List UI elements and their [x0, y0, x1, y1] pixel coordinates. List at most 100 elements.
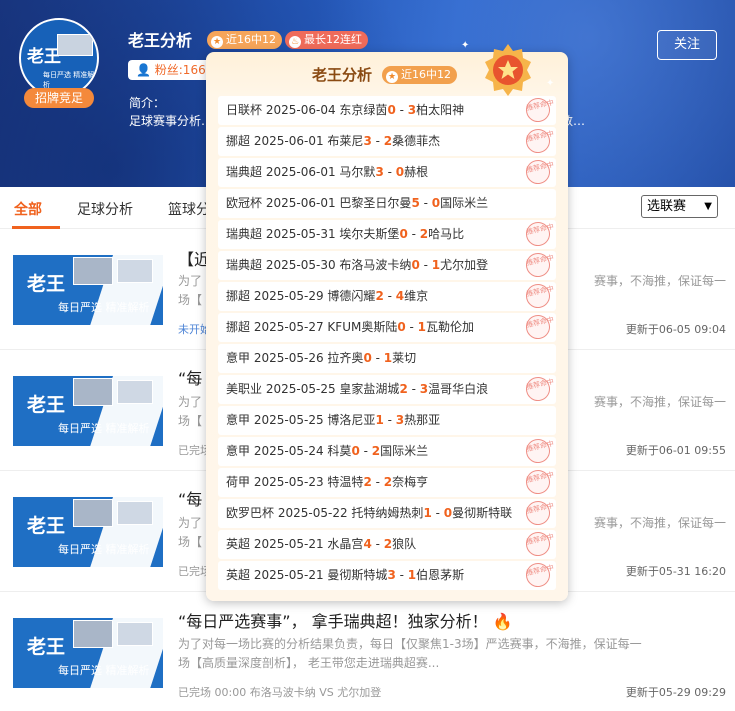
record-date: 2025-05-21 [253, 537, 324, 551]
record-home-team: 科莫 [327, 444, 352, 458]
article-title[interactable]: “每 [178, 365, 202, 389]
record-row[interactable]: 英超 2025-05-21 曼彻斯特城3 - 1伯恩茅斯 推荐命中 [218, 560, 556, 590]
article-item[interactable]: 老王 每日严选 精准解析 “每日严选赛事”， 拿手瑞典超！独家分析！ 🔥 为了对… [0, 592, 735, 711]
hit-stamp-icon: 推荐命中 [523, 529, 555, 559]
record-row[interactable]: 欧罗巴杯 2025-05-22 托特纳姆热刺1 - 0曼彻斯特联 推荐命中 [218, 498, 556, 528]
hit-stamp-icon: 推荐命中 [523, 95, 555, 125]
record-row[interactable]: 美职业 2025-05-25 皇家盐湖城2 - 3温哥华白浪 推荐命中 [218, 374, 556, 404]
article-thumbnail[interactable]: 老王 每日严选 精准解析 [13, 618, 163, 688]
record-row[interactable]: 挪超 2025-06-01 布莱尼3 - 2桑德菲杰 推荐命中 [218, 126, 556, 156]
record-home-team: 布莱尼 [327, 134, 364, 148]
follow-button[interactable]: 关注 [657, 30, 717, 60]
record-date: 2025-06-01 [265, 196, 336, 210]
thumb-title: 老王 [27, 636, 66, 658]
record-home-score: 1 [375, 413, 384, 427]
thumb-photo [73, 499, 113, 527]
record-away-score: 2 [383, 537, 393, 551]
thumb-photo-2 [117, 501, 153, 525]
popup-record-badge: ★ 近16中12 [382, 66, 457, 84]
record-date: 2025-06-04 [265, 103, 336, 117]
record-away-score: 0 [395, 165, 405, 179]
tab-football[interactable]: 足球分析 [77, 199, 133, 219]
record-home-team: 布洛马波卡纳 [339, 258, 412, 272]
summary-end: 赛事，不海推，保证每一 [593, 516, 726, 530]
record-home-score: 3 [375, 165, 384, 179]
record-home-team: 埃尔夫斯堡 [339, 227, 400, 241]
record-away-score: 1 [431, 258, 441, 272]
record-row[interactable]: 瑞典超 2025-06-01 马尔默3 - 0赫根 推荐命中 [218, 157, 556, 187]
streak-text: 最长12连红 [304, 33, 362, 46]
record-date: 2025-06-01 [253, 134, 324, 148]
record-home-team: 曼彻斯特城 [327, 568, 388, 582]
summary-end: 赛事，不海推，保证每一 [593, 274, 726, 288]
record-league: 欧冠杯 [226, 196, 263, 210]
tab-basketball[interactable]: 篮球分 [168, 199, 210, 219]
fans-text: 粉丝:166 [154, 63, 206, 77]
thumb-subtitle: 每日严选 精准解析 [58, 664, 150, 677]
hit-stamp-icon: 推荐命中 [523, 498, 555, 528]
article-thumbnail[interactable]: 老王 每日严选 精准解析 [13, 255, 163, 325]
hit-stamp-icon: 推荐命中 [523, 281, 555, 311]
article-title[interactable]: “每 [178, 486, 202, 510]
record-away-team: 狼队 [392, 537, 417, 551]
avatar-title: 老王 [27, 47, 61, 67]
record-home-team: 特温特 [327, 475, 364, 489]
record-league: 美职业 [226, 382, 263, 396]
avatar[interactable]: 老王 每日严选 精准解析 [19, 18, 99, 98]
hit-stamp-icon: 推荐命中 [523, 219, 555, 249]
thumb-subtitle: 每日严选 精准解析 [58, 543, 150, 556]
record-away-team: 尤尔加登 [440, 258, 489, 272]
hit-stamp-icon: 推荐命中 [523, 374, 555, 404]
summary-start: 为了对每一场比赛的分析结果负责，每日【仅聚焦1-3场】严选赛事，不海推，保证每一 [178, 637, 642, 651]
article-thumbnail[interactable]: 老王 每日严选 精准解析 [13, 376, 163, 446]
league-select-value: 选联赛 [647, 199, 687, 214]
record-home-score: 0 [411, 258, 420, 272]
record-row[interactable]: 意甲 2025-05-24 科莫0 - 2国际米兰 推荐命中 [218, 436, 556, 466]
record-row[interactable]: 瑞典超 2025-05-30 布洛马波卡纳0 - 1尤尔加登 推荐命中 [218, 250, 556, 280]
recruit-badge: 招牌竞足 [24, 88, 94, 108]
article-thumbnail[interactable]: 老王 每日严选 精准解析 [13, 497, 163, 567]
summary-end: 赛事，不海推，保证每一 [593, 395, 726, 409]
record-league: 挪超 [226, 289, 251, 303]
record-row[interactable]: 挪超 2025-05-27 KFUM奥斯陆0 - 1瓦勒伦加 推荐命中 [218, 312, 556, 342]
hit-stamp-icon: 推荐命中 [523, 312, 555, 342]
record-away-score: 1 [417, 320, 427, 334]
record-home-score: 2 [363, 475, 372, 489]
updated-time: 更新于06-05 09:04 [625, 323, 726, 336]
record-league: 意甲 [226, 413, 251, 427]
record-league: 意甲 [226, 444, 251, 458]
record-home-team: 东京绿茵 [339, 103, 388, 117]
record-date: 2025-05-26 [253, 351, 324, 365]
hit-stamp-icon: 推荐命中 [523, 157, 555, 187]
record-home-team: 托特纳姆热刺 [351, 506, 424, 520]
record-home-team: 巴黎圣日尔曼 [339, 196, 412, 210]
record-row[interactable]: 意甲 2025-05-25 博洛尼亚1 - 3热那亚 [218, 406, 556, 435]
hit-stamp-icon: 推荐命中 [523, 560, 555, 590]
record-home-team: 博德闪耀 [327, 289, 376, 303]
record-row[interactable]: 瑞典超 2025-05-31 埃尔夫斯堡0 - 2哈马比 推荐命中 [218, 219, 556, 249]
hit-stamp-icon: 推荐命中 [523, 436, 555, 466]
tab-all[interactable]: 全部 [14, 199, 42, 219]
record-home-team: 博洛尼亚 [327, 413, 376, 427]
thumb-photo [73, 257, 113, 285]
record-row[interactable]: 欧冠杯 2025-06-01 巴黎圣日尔曼5 - 0国际米兰 [218, 189, 556, 218]
record-date: 2025-05-21 [253, 568, 324, 582]
record-home-score: 1 [423, 506, 432, 520]
article-title[interactable]: “每日严选赛事”， 拿手瑞典超！独家分析！ 🔥 [178, 608, 513, 632]
record-row[interactable]: 英超 2025-05-21 水晶宫4 - 2狼队 推荐命中 [218, 529, 556, 559]
record-home-team: 皇家盐湖城 [339, 382, 400, 396]
record-row[interactable]: 日联杯 2025-06-04 东京绿茵0 - 3柏太阳神 推荐命中 [218, 95, 556, 125]
record-row[interactable]: 挪超 2025-05-29 博德闪耀2 - 4维京 推荐命中 [218, 281, 556, 311]
record-row[interactable]: 意甲 2025-05-26 拉齐奥0 - 1莱切 [218, 344, 556, 373]
record-away-score: 4 [395, 289, 405, 303]
record-date: 2025-05-29 [253, 289, 324, 303]
record-away-score: 2 [419, 227, 429, 241]
league-select[interactable]: 选联赛 ▼ [641, 195, 718, 218]
chevron-down-icon: ▼ [704, 201, 712, 212]
record-row[interactable]: 荷甲 2025-05-23 特温特2 - 2奈梅亨 推荐命中 [218, 467, 556, 497]
summary-line2: 场【 [178, 414, 203, 428]
flame-icon: ♨ [289, 36, 301, 48]
record-away-team: 温哥华白浪 [428, 382, 489, 396]
thumb-photo-2 [117, 622, 153, 646]
record-home-score: 0 [363, 351, 372, 365]
